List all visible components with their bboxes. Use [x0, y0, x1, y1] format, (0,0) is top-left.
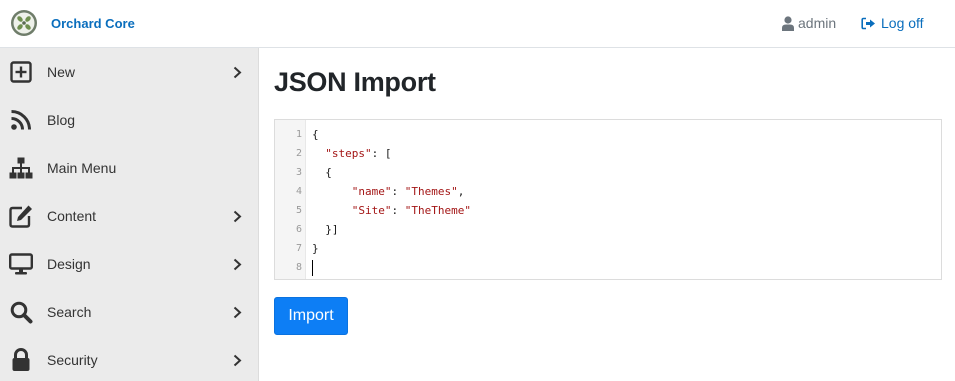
user-icon [782, 15, 794, 31]
sign-out-icon [861, 17, 875, 29]
code-text: "steps": [ [325, 147, 392, 160]
sidebar-item-security[interactable]: Security [0, 336, 258, 381]
sidebar-item-label: New [47, 64, 76, 80]
chevron-right-icon [232, 306, 243, 319]
sidebar-item-blog[interactable]: Blog [0, 96, 258, 144]
import-button[interactable]: Import [274, 297, 348, 335]
sidebar-item-content[interactable]: Content [0, 192, 258, 240]
sidebar-item-label: Main Menu [47, 160, 117, 176]
sidebar-item-label: Blog [47, 112, 76, 128]
line-number: 2 [295, 148, 302, 159]
editor-line[interactable]: 1{ [275, 125, 941, 144]
sidebar-item-new[interactable]: New [0, 48, 258, 96]
sidebar-item-search[interactable]: Search [0, 288, 258, 336]
brand-link[interactable]: Orchard Core [10, 9, 135, 37]
rss-icon [9, 108, 33, 132]
user-menu[interactable]: admin [782, 15, 836, 31]
orchard-logo-icon [11, 10, 37, 36]
editor-line[interactable]: 2 "steps": [ [275, 144, 941, 163]
line-number: 1 [295, 129, 302, 140]
code-text: { [312, 166, 332, 179]
search-icon [9, 300, 33, 324]
json-editor[interactable]: 1{2 "steps": [3 {4 "name": "Themes", 5 "S… [274, 119, 942, 280]
desktop-icon [9, 252, 33, 276]
text-caret [312, 260, 313, 276]
editor-line[interactable]: 6 }] [275, 220, 941, 239]
chevron-right-icon [232, 354, 243, 367]
sidebar-item-label: Security [47, 352, 98, 368]
admin-sidebar: New Blog Main Menu Content Design Search… [0, 48, 259, 381]
lock-icon [9, 348, 33, 372]
line-number: 7 [295, 243, 302, 254]
code-text: } [312, 242, 319, 255]
editor-line[interactable]: 4 "name": "Themes", [275, 182, 941, 201]
logoff-link[interactable]: Log off [861, 15, 924, 31]
edit-icon [9, 204, 33, 228]
chevron-right-icon [232, 210, 243, 223]
editor-line[interactable]: 3 { [275, 163, 941, 182]
chevron-right-icon [232, 258, 243, 271]
sitemap-icon [9, 156, 33, 180]
chevron-right-icon [232, 66, 243, 79]
sidebar-item-label: Search [47, 304, 92, 320]
code-text: }] [312, 223, 339, 236]
line-number: 5 [295, 205, 302, 216]
line-number: 6 [295, 224, 302, 235]
logoff-label: Log off [881, 15, 924, 31]
sidebar-item-label: Design [47, 256, 91, 272]
editor-line[interactable]: 7} [275, 239, 941, 258]
plus-square-icon [9, 60, 33, 84]
code-text: { [312, 128, 319, 141]
sidebar-item-design[interactable]: Design [0, 240, 258, 288]
editor-line[interactable]: 5 "Site": "TheTheme" [275, 201, 941, 220]
editor-line[interactable]: 8 [275, 258, 941, 277]
username: admin [798, 15, 837, 31]
top-navbar: Orchard Core admin Log off [0, 0, 955, 48]
line-number: 4 [295, 186, 302, 197]
code-text: "name": "Themes", [351, 185, 465, 198]
brand-name: Orchard Core [51, 16, 135, 31]
sidebar-item-main-menu[interactable]: Main Menu [0, 144, 258, 192]
sidebar-item-label: Content [47, 208, 97, 224]
line-number: 3 [295, 167, 302, 178]
code-text: "Site": "TheTheme" [351, 204, 471, 217]
line-number: 8 [295, 262, 302, 273]
page-title: JSON Import [274, 67, 436, 97]
